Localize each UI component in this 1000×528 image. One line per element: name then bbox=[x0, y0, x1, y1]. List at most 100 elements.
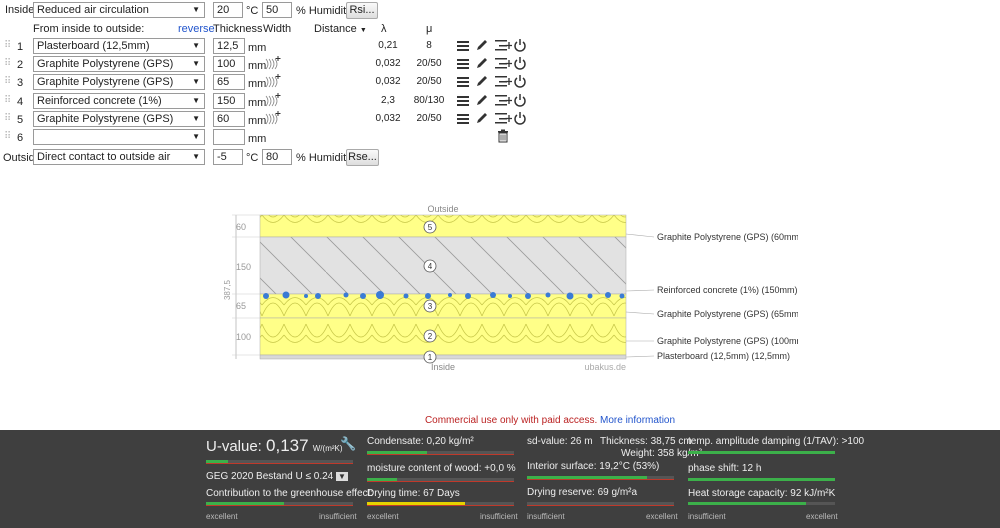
rsi-button[interactable]: Rsi... bbox=[346, 2, 378, 19]
trash-icon[interactable] bbox=[497, 129, 509, 143]
drag-handle-icon[interactable]: ⠿ bbox=[4, 130, 11, 144]
layer-thickness-input[interactable]: 150 bbox=[213, 93, 245, 109]
layer-thickness-input[interactable] bbox=[213, 129, 245, 145]
more-information-link[interactable]: More information bbox=[600, 415, 675, 426]
standard-label[interactable]: GEG 2020 Bestand U ≤ 0.24 ▼ bbox=[206, 471, 348, 483]
layer-number: 3 bbox=[17, 77, 24, 89]
moisture-label: moisture content of wood: +0,0 % bbox=[367, 463, 516, 474]
watermark: ubakus.de bbox=[584, 362, 626, 372]
results-panel: U-value: 0,137 W/(m²K) 🔧 GEG 2020 Bestan… bbox=[0, 430, 1000, 528]
pencil-icon[interactable] bbox=[475, 93, 489, 107]
drag-handle-icon[interactable]: ⠿ bbox=[4, 94, 11, 108]
inside-climate-select[interactable]: Reduced air circulation ▼ bbox=[33, 2, 205, 18]
drag-handle-icon[interactable]: ⠿ bbox=[4, 112, 11, 126]
layer-thickness-input[interactable]: 65 bbox=[213, 74, 245, 90]
drag-handle-icon[interactable]: ⠿ bbox=[4, 39, 11, 53]
excellent-label: excellent bbox=[206, 512, 238, 521]
reverse-link[interactable]: reverse bbox=[178, 22, 215, 36]
power-toggle-icon[interactable] bbox=[513, 93, 527, 107]
insert-layer-icon[interactable] bbox=[494, 56, 512, 70]
insufficient-label: insufficient bbox=[319, 512, 357, 521]
power-toggle-icon[interactable] bbox=[513, 111, 527, 125]
layer-5-band bbox=[259, 214, 627, 238]
outside-humidity-input[interactable]: 80 bbox=[262, 149, 292, 165]
menu-icon[interactable] bbox=[456, 75, 470, 88]
dim-150: 150 bbox=[236, 262, 251, 272]
inside-temp-unit: °C bbox=[246, 5, 259, 17]
drying-time-label: Drying time: 67 Days bbox=[367, 488, 460, 499]
thickness-header: Thickness bbox=[213, 23, 263, 35]
insufficient-label: insufficient bbox=[480, 512, 518, 521]
power-toggle-icon[interactable] bbox=[513, 74, 527, 88]
layer-thickness-input[interactable]: 100 bbox=[213, 56, 245, 72]
chevron-down-icon: ▼ bbox=[192, 41, 200, 50]
layer-material-select[interactable]: ▼ bbox=[33, 129, 205, 145]
drag-handle-icon[interactable]: ⠿ bbox=[4, 75, 11, 89]
lambda-header: λ bbox=[381, 23, 387, 35]
power-toggle-icon[interactable] bbox=[513, 38, 527, 52]
excellent-label: excellent bbox=[806, 512, 838, 521]
inside-humidity-input[interactable]: 50 bbox=[262, 2, 292, 18]
heat-storage-label: Heat storage capacity: 92 kJ/m²K bbox=[688, 488, 836, 499]
layer-material-select[interactable]: Reinforced concrete (1%) ▼ bbox=[33, 93, 205, 109]
inhomogeneous-layer-icon[interactable] bbox=[264, 55, 282, 72]
inhomogeneous-layer-icon[interactable] bbox=[264, 110, 282, 127]
pencil-icon[interactable] bbox=[475, 111, 489, 125]
mu-header: μ bbox=[426, 23, 433, 35]
insufficient-label: insufficient bbox=[527, 512, 565, 521]
menu-icon[interactable] bbox=[456, 39, 470, 52]
pencil-icon[interactable] bbox=[475, 74, 489, 88]
wall-cross-section-diagram: Outside Inside ubakus.de 387,5 60 150 65… bbox=[223, 204, 798, 372]
layer-material-select[interactable]: Plasterboard (12,5mm) ▼ bbox=[33, 38, 205, 54]
pencil-icon[interactable] bbox=[475, 38, 489, 52]
distance-header[interactable]: Distance ▼ bbox=[314, 22, 367, 38]
pencil-icon[interactable] bbox=[475, 56, 489, 70]
lambda-value: 2,3 bbox=[381, 95, 395, 106]
dropdown-icon[interactable]: ▼ bbox=[336, 472, 348, 481]
outside-climate-value: Direct contact to outside air bbox=[37, 151, 171, 163]
inhomogeneous-layer-icon[interactable] bbox=[264, 73, 282, 90]
rse-button[interactable]: Rse... bbox=[346, 149, 379, 166]
outside-climate-select[interactable]: Direct contact to outside air ▼ bbox=[33, 149, 205, 165]
inside-climate-value: Reduced air circulation bbox=[37, 4, 149, 16]
uvalue-label: U-value: bbox=[206, 438, 262, 455]
inside-humidity-unit: % Humidity bbox=[296, 5, 352, 17]
drag-handle-icon[interactable]: ⠿ bbox=[4, 57, 11, 71]
dim-60: 60 bbox=[236, 222, 246, 232]
lambda-value: 0,032 bbox=[375, 76, 401, 87]
insert-layer-icon[interactable] bbox=[494, 74, 512, 88]
width-header: Width bbox=[263, 23, 292, 35]
mu-value: 20/50 bbox=[416, 58, 442, 69]
insert-layer-icon[interactable] bbox=[494, 111, 512, 125]
layer-material-value: Graphite Polystyrene (GPS) bbox=[37, 76, 174, 88]
power-toggle-icon[interactable] bbox=[513, 56, 527, 70]
insert-layer-icon[interactable] bbox=[494, 38, 512, 52]
weight-result-label: Weight: 358 kg/m² bbox=[621, 448, 702, 459]
layer-4-band bbox=[259, 236, 627, 295]
menu-icon[interactable] bbox=[456, 112, 470, 125]
layer-number: 2 bbox=[17, 59, 24, 71]
notice-text: Commercial use only with paid access. bbox=[424, 415, 598, 426]
layer-material-select[interactable]: Graphite Polystyrene (GPS) ▼ bbox=[33, 111, 205, 127]
layer-number: 4 bbox=[17, 96, 24, 108]
layer-thickness-input[interactable]: 12,5 bbox=[213, 38, 245, 54]
thickness-unit: mm bbox=[248, 133, 267, 145]
layer-material-select[interactable]: Graphite Polystyrene (GPS) ▼ bbox=[33, 74, 205, 90]
sd-value-label: sd-value: 26 m bbox=[527, 436, 593, 447]
layer-material-value: Reinforced concrete (1%) bbox=[37, 95, 162, 107]
insert-layer-icon[interactable] bbox=[494, 93, 512, 107]
inside-temp-input[interactable]: 20 bbox=[213, 2, 243, 18]
commercial-notice: Commercial use only with paid access. Mo… bbox=[0, 414, 1000, 428]
marker-5: 5 bbox=[428, 223, 433, 232]
lambda-value: 0,032 bbox=[375, 113, 401, 124]
wrench-icon[interactable]: 🔧 bbox=[340, 437, 356, 450]
marker-2: 2 bbox=[428, 332, 433, 341]
caret-down-icon: ▼ bbox=[359, 27, 367, 34]
menu-icon[interactable] bbox=[456, 94, 470, 107]
layer-material-select[interactable]: Graphite Polystyrene (GPS) ▼ bbox=[33, 56, 205, 72]
layer-material-value: Plasterboard (12,5mm) bbox=[37, 40, 150, 52]
menu-icon[interactable] bbox=[456, 57, 470, 70]
layer-thickness-input[interactable]: 60 bbox=[213, 111, 245, 127]
outside-temp-input[interactable]: -5 bbox=[213, 149, 243, 165]
inhomogeneous-layer-icon[interactable] bbox=[264, 92, 282, 109]
